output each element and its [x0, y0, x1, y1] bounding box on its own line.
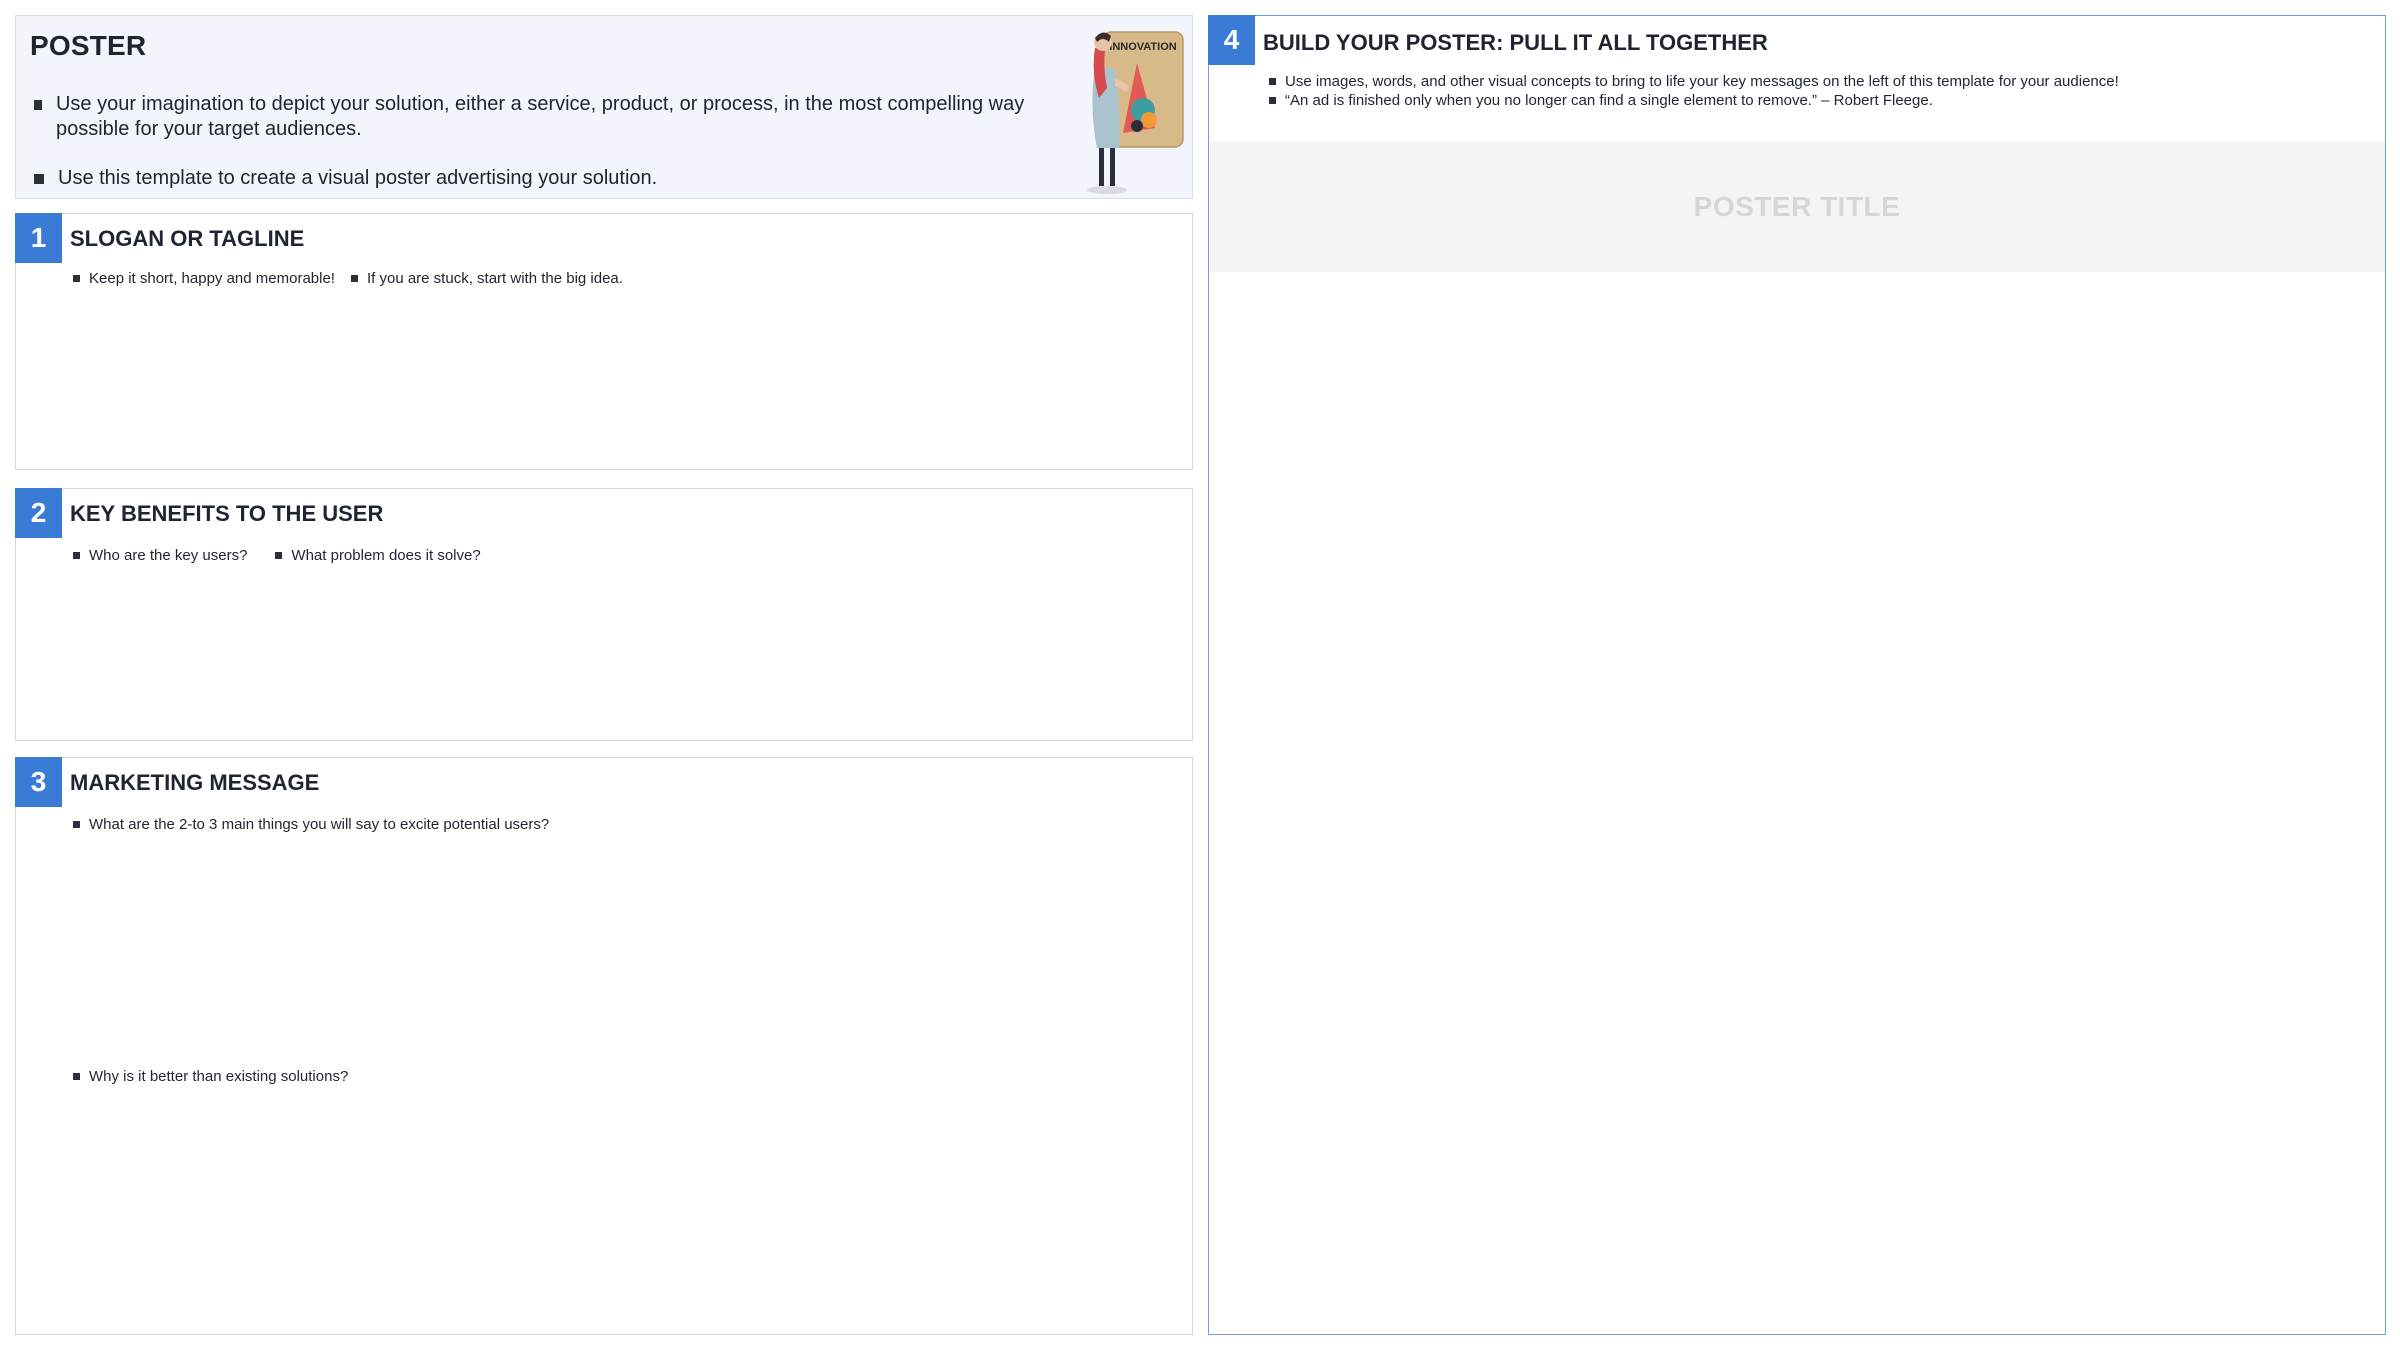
step-bullet: Who are the key users? — [73, 547, 247, 564]
step-bullet-text: What problem does it solve? — [291, 547, 481, 564]
step-bullet-text: Who are the key users? — [89, 547, 248, 564]
step-bullets: Who are the key users? What problem does… — [73, 547, 481, 564]
step-bullet-text: Keep it short, happy and memorable! — [89, 270, 335, 287]
step-bullet: Keep it short, happy and memorable! — [73, 270, 335, 287]
intro-bullet-text: Use your imagination to depict your solu… — [55, 93, 1025, 140]
bullet-square-icon — [73, 552, 80, 559]
build-bullet-text: “An ad is finished only when you no long… — [1285, 92, 1933, 109]
bullet-square-icon — [73, 821, 80, 828]
step-bullet-text: What are the 2-to 3 main things you will… — [89, 816, 550, 833]
bullet-square-icon — [34, 174, 44, 184]
step-bullet: What are the 2-to 3 main things you will… — [73, 816, 549, 833]
bullet-square-icon — [1269, 78, 1276, 85]
intro-card: POSTER Use your imagination to depict yo… — [15, 15, 1193, 199]
poster-canvas[interactable] — [1209, 272, 2385, 1334]
intro-bullet-imagination: Use your imagination to depict your solu… — [34, 92, 1074, 142]
step-title: SLOGAN OR TAGLINE — [70, 226, 305, 251]
bullet-square-icon — [73, 275, 80, 282]
intro-bullet-template: Use this template to create a visual pos… — [34, 166, 1074, 191]
poster-title-area[interactable]: POSTER TITLE — [1209, 142, 2385, 272]
step-card-key-benefits: 2 KEY BENEFITS TO THE USER Who are the k… — [15, 488, 1193, 741]
bullet-square-icon — [34, 100, 42, 110]
step-bullet-text: If you are stuck, start with the big ide… — [366, 270, 623, 287]
bullet-square-icon — [350, 275, 358, 282]
build-bullet: Use images, words, and other visual conc… — [1269, 72, 2119, 91]
intro-title: POSTER — [30, 30, 147, 61]
person-holding-innovation-sign-icon: INNOVATION — [1087, 31, 1184, 194]
step-bullets-lower: Why is it better than existing solutions… — [73, 1068, 348, 1085]
build-poster-card: 4 BUILD YOUR POSTER: PULL IT ALL TOGETHE… — [1208, 15, 2386, 1335]
step-bullet-text: Why is it better than existing solutions… — [89, 1068, 349, 1085]
build-bullet-text: Use images, words, and other visual conc… — [1285, 73, 2119, 90]
step-number-badge: 2 — [15, 488, 62, 538]
bullet-square-icon — [73, 1073, 80, 1080]
build-bullet: “An ad is finished only when you no long… — [1269, 91, 2119, 110]
step-bullet: If you are stuck, start with the big ide… — [350, 270, 623, 287]
build-bullets: Use images, words, and other visual conc… — [1269, 72, 2119, 110]
intro-bullet-text: Use this template to create a visual pos… — [58, 167, 658, 189]
step-number-badge: 3 — [15, 757, 62, 807]
step-card-marketing-message: 3 MARKETING MESSAGE What are the 2-to 3 … — [15, 757, 1193, 1335]
sign-text: INNOVATION — [1109, 41, 1176, 53]
step-title: MARKETING MESSAGE — [70, 770, 320, 795]
step-bullet: Why is it better than existing solutions… — [73, 1068, 348, 1085]
poster-title-placeholder[interactable]: POSTER TITLE — [1694, 191, 1901, 223]
step-number-badge: 1 — [15, 213, 62, 263]
bullet-square-icon — [275, 552, 283, 559]
bullet-square-icon — [1269, 97, 1276, 104]
step-bullet: What problem does it solve? — [275, 547, 481, 564]
step-card-slogan: 1 SLOGAN OR TAGLINE Keep it short, happy… — [15, 213, 1193, 470]
build-title: BUILD YOUR POSTER: PULL IT ALL TOGETHER — [1263, 30, 1768, 55]
step-bullets: Keep it short, happy and memorable! If y… — [73, 270, 623, 287]
step-number-badge: 4 — [1208, 15, 1255, 65]
step-bullets: What are the 2-to 3 main things you will… — [73, 816, 549, 833]
step-title: KEY BENEFITS TO THE USER — [70, 501, 384, 526]
